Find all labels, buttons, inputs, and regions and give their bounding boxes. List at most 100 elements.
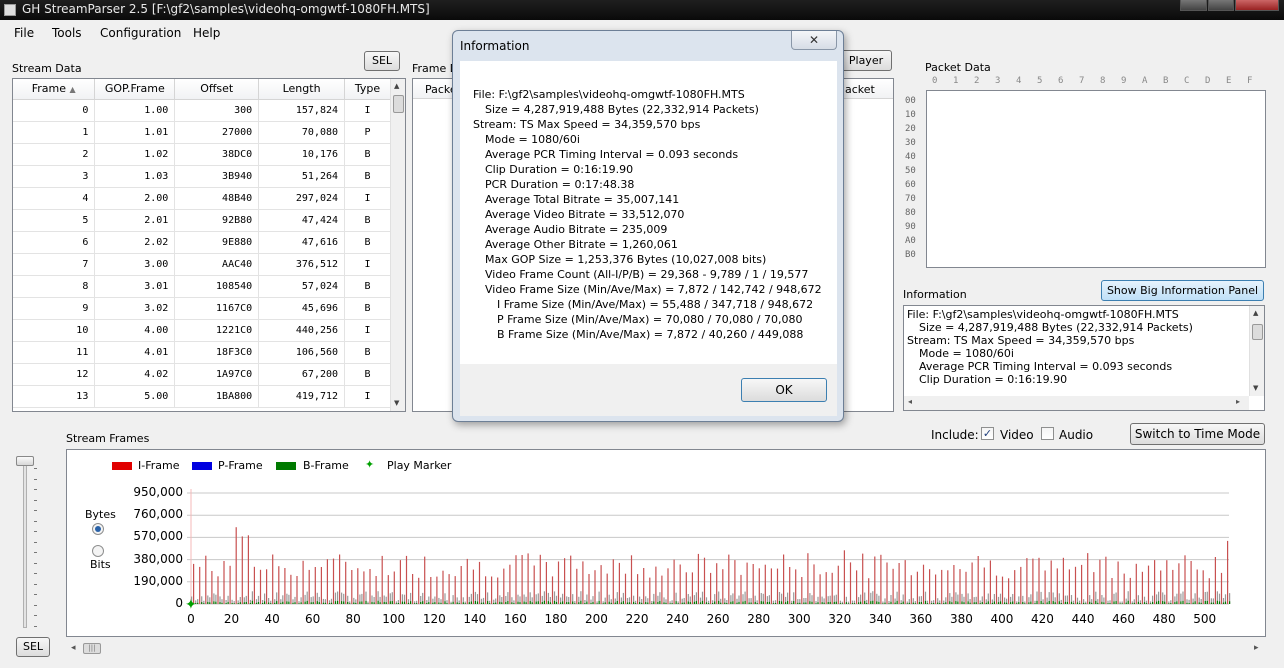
slider-thumb[interactable] [16,456,34,466]
dialog-close-icon[interactable]: ✕ [791,31,837,50]
hex-column-header: 4 [1016,76,1022,86]
bframe-bar [665,602,667,604]
stream-data-sel-button[interactable]: SEL [364,51,400,71]
table-row[interactable]: 9 3.02 1167C0 45,696 B [13,297,391,320]
packet-data-view[interactable] [926,90,1266,268]
chart-scroll-right-icon[interactable]: ▸ [1254,643,1259,653]
chart-scroll-left-icon[interactable]: ◂ [71,643,76,653]
table-row[interactable]: 4 2.00 48B40 297,024 I [13,187,391,210]
menu-tools[interactable]: Tools [52,26,82,40]
table-row[interactable]: 3 1.03 3B940 51,264 B [13,165,391,188]
table-row[interactable]: 13 5.00 1BA800 419,712 I [13,385,391,408]
iframe-bar [412,574,414,604]
bframe-bar [659,601,661,604]
col-length[interactable]: Length [258,79,346,100]
table-row[interactable]: 11 4.01 18F3C0 106,560 B [13,341,391,364]
audio-checkbox[interactable] [1041,427,1054,440]
player-button[interactable]: Player [840,50,892,71]
table-cell: 45,696 [258,297,346,320]
info-scroll-right-icon[interactable]: ▸ [1236,397,1240,406]
col-type[interactable]: Type [344,79,391,100]
chart-scroll-thumb[interactable]: ||| [83,643,101,654]
bframe-bar [288,601,290,604]
hex-row-label: 40 [905,152,916,162]
iframe-bar [655,566,657,604]
show-big-information-panel-button[interactable]: Show Big Information Panel [1101,280,1264,301]
bframe-bar [353,602,355,604]
bframe-bar [237,603,239,604]
bframe-bar [748,602,750,604]
col-offset[interactable]: Offset [174,79,260,100]
scroll-up-icon[interactable]: ▲ [394,82,399,90]
information-vscroll[interactable]: ▲ ▼ [1249,306,1264,396]
bframe-bar [231,603,233,604]
table-row[interactable]: 6 2.02 9E880 47,616 B [13,231,391,254]
bframe-bar [537,601,539,604]
information-hscroll[interactable]: ◂ ▸ [904,396,1249,410]
bframe-bar [264,601,266,604]
col-gop-frame[interactable]: GOP.Frame [94,79,176,100]
ok-button[interactable]: OK [741,378,827,402]
table-row[interactable]: 0 1.00 300 157,824 I [13,99,391,122]
table-row[interactable]: 1 1.01 27000 70,080 P [13,121,391,144]
stream-frames-chart[interactable]: I-Frame P-Frame B-Frame ✦ Play Marker By… [66,449,1266,637]
bframe-bar [1058,601,1060,604]
switch-to-time-mode-button[interactable]: Switch to Time Mode [1130,423,1265,445]
iframe-bar [491,576,493,604]
iframe-bar [983,567,985,604]
stream-data-scrollbar[interactable]: ▲ ▼ [390,79,405,411]
information-label: Information [903,288,967,301]
bframe-bar [787,601,789,604]
minimize-button[interactable] [1180,0,1207,11]
close-window-button[interactable] [1235,0,1279,11]
bframe-bar [584,603,586,604]
iframe-bar [624,573,627,604]
bframe-bar [251,600,253,604]
bframe-bar [207,601,209,604]
menu-configuration[interactable]: Configuration [100,26,181,40]
info-scroll-left-icon[interactable]: ◂ [908,397,912,406]
table-cell: 1BA800 [174,385,260,408]
table-cell: 12 [13,363,96,386]
menu-file[interactable]: File [14,26,34,40]
play-marker: ✦ [185,597,197,613]
bframe-bar [626,602,629,604]
table-row[interactable]: 12 4.02 1A97C0 67,200 B [13,363,391,386]
scroll-thumb[interactable] [393,95,404,113]
table-row[interactable]: 10 4.00 1221C0 440,256 I [13,319,391,342]
iframe-bar [399,560,401,604]
bframe-bar [349,603,351,604]
scroll-down-icon[interactable]: ▼ [394,399,399,407]
table-cell: 6 [13,231,96,254]
bframe-bar [683,602,685,604]
iframe-bar [965,571,967,604]
iframe-bar [460,566,462,604]
bframe-bar [1212,602,1214,604]
maximize-button[interactable] [1208,0,1234,11]
frame-size-bars: ✦ [185,489,1231,613]
bframe-bar [1188,603,1190,604]
bframe-bar [1030,601,1032,604]
col-frame[interactable]: Frame ▲ [13,79,96,100]
info-scroll-thumb[interactable] [1252,324,1263,340]
table-row[interactable]: 8 3.01 108540 57,024 B [13,275,391,298]
table-row[interactable]: 7 3.00 AAC40 376,512 I [13,253,391,276]
bframe-bar [949,601,951,604]
menu-help[interactable]: Help [193,26,220,40]
bframe-bar [845,602,847,604]
stream-frames-sel-button[interactable]: SEL [16,637,50,657]
table-row[interactable]: 5 2.01 92B80 47,424 B [13,209,391,232]
bframe-bar [1028,602,1030,604]
video-checkbox[interactable]: ✓ [981,427,994,440]
iframe-bar [722,569,724,604]
information-text[interactable]: File: F:\gf2\samples\videohq-omgwtf-1080… [903,305,1265,411]
info-scroll-down-icon[interactable]: ▼ [1253,384,1258,392]
stream-data-grid[interactable]: Frame ▲ GOP.Frame Offset Length Type 0 1.… [12,78,406,412]
iframe-bar [612,559,614,604]
table-row[interactable]: 2 1.02 38DC0 10,176 B [13,143,391,166]
table-cell: 376,512 [258,253,346,276]
zoom-slider[interactable] [16,454,56,630]
bframe-bar [507,601,509,604]
chart-hscroll[interactable]: ◂ ||| ▸ [66,641,1266,657]
info-scroll-up-icon[interactable]: ▲ [1253,309,1258,317]
